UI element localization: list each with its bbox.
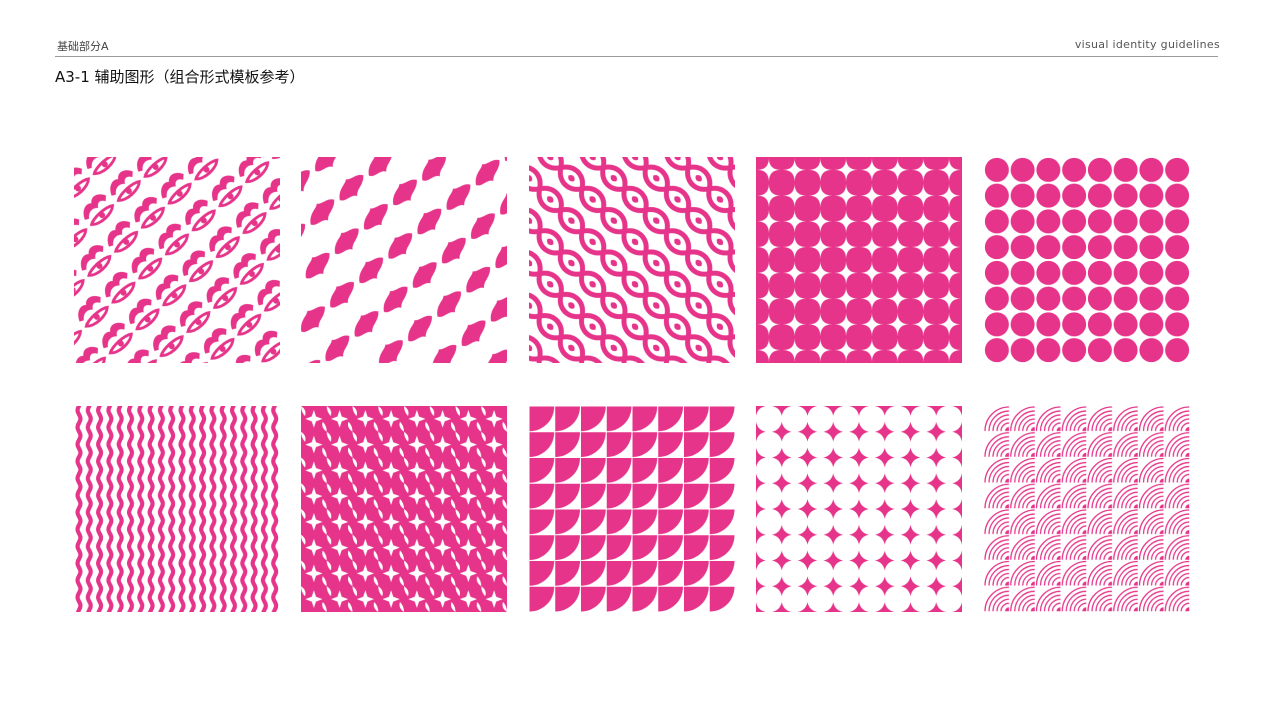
lattice-ribbon-pattern-tile bbox=[529, 157, 735, 363]
diagonal-leaf-pattern-tile bbox=[301, 157, 507, 363]
page-title: A3-1 辅助图形（组合形式模板参考） bbox=[55, 68, 305, 86]
header-section-label: 基础部分A bbox=[57, 40, 109, 53]
diagonal-emblem-pattern-tile bbox=[74, 157, 280, 363]
pinwheel-star-pattern-tile bbox=[301, 406, 507, 612]
header-guide-label: visual identity guidelines bbox=[1074, 38, 1220, 51]
concentric-arc-pattern-tile bbox=[984, 406, 1190, 612]
concave-star-pattern-tile bbox=[756, 406, 962, 612]
wavy-stripe-pattern-tile bbox=[74, 406, 280, 612]
circle-grid-pattern-tile bbox=[984, 157, 1190, 363]
header-divider bbox=[55, 56, 1218, 57]
quarter-circle-grid-pattern-tile bbox=[529, 406, 735, 612]
four-point-star-lattice-pattern-tile bbox=[756, 157, 962, 363]
